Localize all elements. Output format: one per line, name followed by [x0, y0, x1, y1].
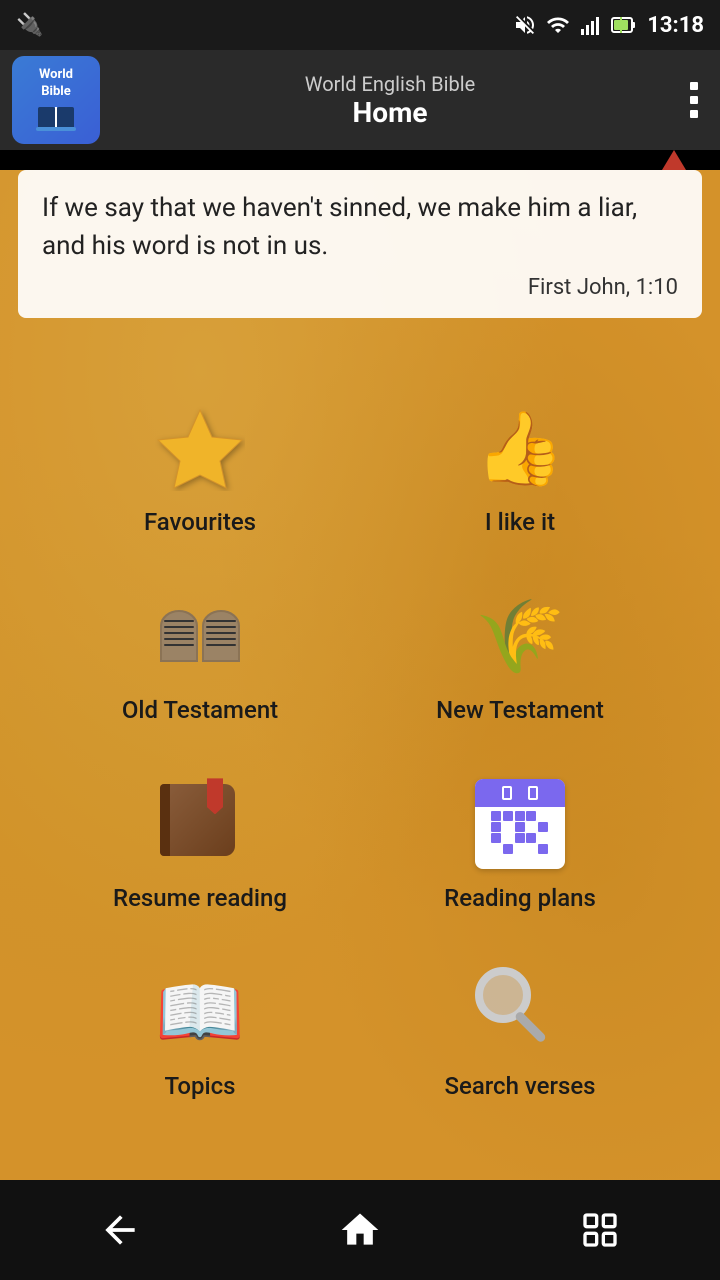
i-like-it-button[interactable]: 👍 I like it — [360, 378, 680, 566]
status-left: 🔌 — [16, 13, 43, 38]
quote-box[interactable]: If we say that we haven't sinned, we mak… — [18, 170, 702, 318]
main-content: If we say that we haven't sinned, we mak… — [0, 170, 720, 1200]
back-icon — [98, 1208, 142, 1252]
app-subtitle: World English Bible — [100, 72, 680, 96]
app-title: Home — [100, 96, 680, 129]
back-button[interactable] — [70, 1200, 170, 1260]
home-icon — [338, 1208, 382, 1252]
thumbs-up-icon: 👍 — [465, 398, 575, 498]
app-icon: World Bible — [12, 56, 100, 144]
usb-icon: 🔌 — [16, 13, 43, 38]
star-icon — [155, 405, 245, 491]
search-verses-label: Search verses — [444, 1072, 595, 1100]
topics-label: Topics — [164, 1072, 235, 1100]
calendar-icon — [465, 774, 575, 874]
status-bar: 🔌 13: — [0, 0, 720, 50]
status-time: 13:18 — [647, 13, 704, 38]
topics-button[interactable]: 📖 Topics — [40, 942, 360, 1130]
favourites-icon — [145, 398, 255, 498]
status-right: 13:18 — [513, 13, 704, 38]
wifi-icon — [545, 13, 571, 37]
menu-button[interactable] — [680, 72, 708, 128]
i-like-it-label: I like it — [485, 508, 555, 536]
quote-text: If we say that we haven't sinned, we mak… — [42, 190, 678, 265]
battery-icon — [611, 13, 637, 37]
old-testament-button[interactable]: Old Testament — [40, 566, 360, 754]
recent-apps-button[interactable] — [550, 1200, 650, 1260]
resume-reading-label: Resume reading — [113, 884, 287, 912]
reading-plans-label: Reading plans — [444, 884, 596, 912]
book-bookmark-icon — [145, 774, 255, 874]
reading-plans-button[interactable]: Reading plans — [360, 754, 680, 942]
magnifier-icon — [465, 962, 575, 1062]
search-verses-button[interactable]: Search verses — [360, 942, 680, 1130]
recent-apps-icon — [580, 1210, 620, 1250]
signal-icon — [579, 13, 603, 37]
new-testament-button[interactable]: 🌾 New Testament — [360, 566, 680, 754]
open-book-icon: 📖 — [145, 962, 255, 1062]
resume-reading-button[interactable]: Resume reading — [40, 754, 360, 942]
app-bar: World Bible World English Bible Home — [0, 50, 720, 150]
mute-icon — [513, 13, 537, 37]
home-button[interactable] — [310, 1200, 410, 1260]
button-grid: Favourites 👍 I like it — [0, 378, 720, 1130]
quote-reference: First John, 1:10 — [42, 275, 678, 300]
new-testament-label: New Testament — [436, 696, 604, 724]
status-icons — [513, 13, 637, 37]
wheat-icon: 🌾 — [465, 586, 575, 686]
tablets-icon — [145, 586, 255, 686]
old-testament-label: Old Testament — [122, 696, 278, 724]
bottom-nav — [0, 1180, 720, 1280]
favourites-button[interactable]: Favourites — [40, 378, 360, 566]
app-title-area: World English Bible Home — [100, 72, 680, 129]
favourites-label: Favourites — [144, 508, 256, 536]
